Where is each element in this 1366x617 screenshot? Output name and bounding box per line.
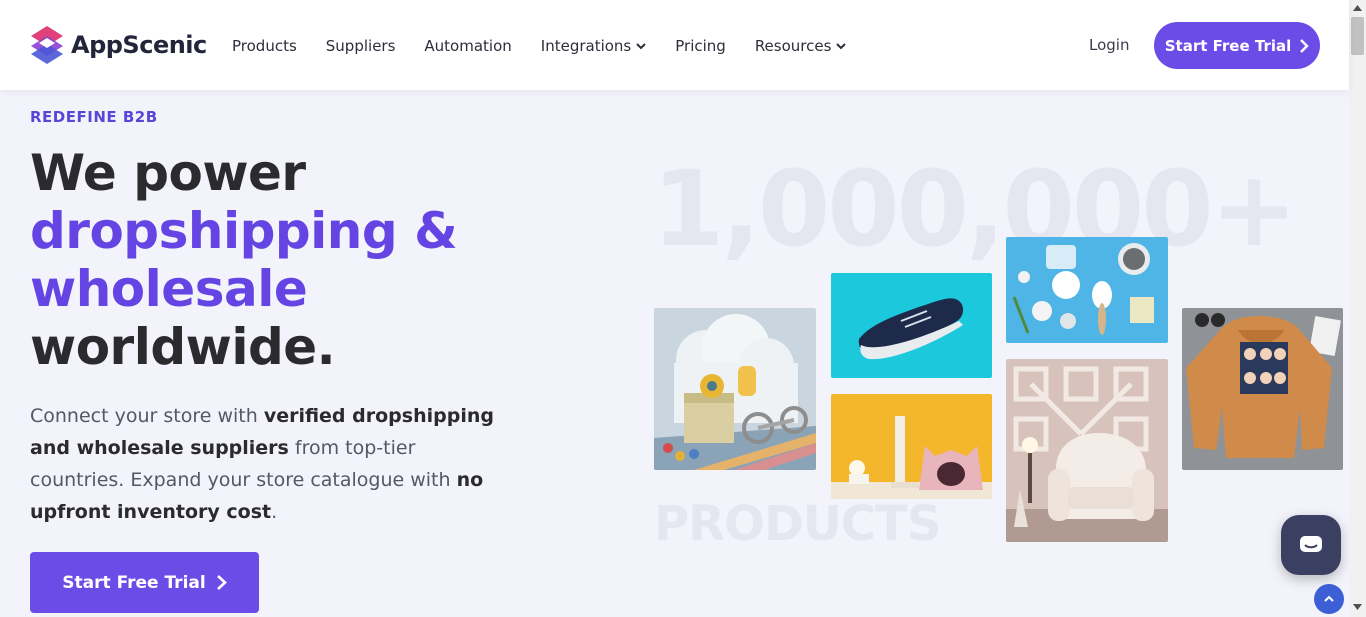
hero-headline: We power dropshipping & wholesale worldw… bbox=[30, 144, 458, 376]
headline-line: worldwide. bbox=[30, 318, 336, 376]
nav-item-pricing[interactable]: Pricing bbox=[675, 37, 726, 55]
hoodie-image bbox=[1182, 308, 1343, 470]
appscenic-logo-icon bbox=[31, 26, 63, 64]
site-header: AppScenic Products Suppliers Automation … bbox=[0, 0, 1349, 90]
cosmetics-image bbox=[1006, 237, 1168, 343]
sneaker-image bbox=[831, 273, 992, 378]
armchair-image bbox=[1006, 359, 1168, 542]
hero-description: Connect your store with verified dropshi… bbox=[30, 400, 500, 528]
hero-eyebrow: REDEFINE B2B bbox=[30, 108, 158, 126]
nav-item-integrations[interactable]: Integrations bbox=[541, 37, 646, 55]
headline-line: We power bbox=[30, 144, 306, 202]
pet-bed-illustration bbox=[831, 394, 992, 499]
chevron-right-icon bbox=[216, 575, 227, 590]
scroll-up-arrow-icon[interactable] bbox=[1353, 5, 1362, 11]
nav-item-resources[interactable]: Resources bbox=[755, 37, 847, 55]
headline-accent-line: dropshipping & bbox=[30, 202, 458, 260]
scroll-down-arrow-icon[interactable] bbox=[1353, 604, 1362, 610]
back-to-top-button[interactable] bbox=[1314, 584, 1344, 614]
nav-label: Products bbox=[232, 37, 297, 55]
nav-label: Integrations bbox=[540, 37, 632, 55]
button-label: Start Free Trial bbox=[1164, 36, 1292, 55]
products-watermark: PRODUCTS bbox=[654, 496, 941, 552]
nav-item-automation[interactable]: Automation bbox=[424, 37, 511, 55]
nav-label: Suppliers bbox=[325, 37, 396, 55]
brand-name: AppScenic bbox=[71, 31, 207, 59]
armchair-illustration bbox=[1006, 359, 1168, 542]
pet-bed-image bbox=[831, 394, 992, 499]
description-text: . bbox=[271, 501, 278, 523]
nav-label: Pricing bbox=[675, 37, 726, 55]
hero-start-trial-button[interactable]: Start Free Trial bbox=[30, 552, 259, 613]
toys-illustration bbox=[654, 308, 816, 470]
cosmetics-illustration bbox=[1006, 237, 1168, 343]
chat-bubble-icon bbox=[1300, 536, 1322, 552]
chevron-up-icon bbox=[1324, 595, 1334, 602]
main-nav: Products Suppliers Automation Integratio… bbox=[232, 37, 875, 55]
chat-button[interactable] bbox=[1281, 515, 1341, 575]
button-label: Start Free Trial bbox=[62, 572, 206, 593]
nav-item-suppliers[interactable]: Suppliers bbox=[326, 37, 396, 55]
products-count-watermark: 1,000,000+ bbox=[652, 148, 1298, 270]
chevron-right-icon bbox=[1300, 38, 1309, 53]
page-scrollbar[interactable] bbox=[1349, 0, 1366, 617]
header-start-trial-button[interactable]: Start Free Trial bbox=[1154, 22, 1320, 69]
scrollbar-thumb[interactable] bbox=[1351, 17, 1364, 55]
nav-label: Resources bbox=[754, 37, 832, 55]
nav-label: Automation bbox=[424, 37, 512, 55]
description-text: Connect your store with bbox=[30, 405, 264, 427]
login-link[interactable]: Login bbox=[1089, 36, 1129, 54]
toys-image bbox=[654, 308, 816, 470]
chevron-down-icon bbox=[836, 43, 847, 50]
chevron-down-icon bbox=[636, 43, 646, 50]
sneaker-illustration bbox=[831, 273, 992, 378]
headline-accent-line: wholesale bbox=[30, 260, 308, 318]
brand-logo[interactable]: AppScenic bbox=[29, 24, 207, 66]
nav-item-products[interactable]: Products bbox=[232, 37, 297, 55]
hoodie-illustration bbox=[1182, 308, 1343, 470]
